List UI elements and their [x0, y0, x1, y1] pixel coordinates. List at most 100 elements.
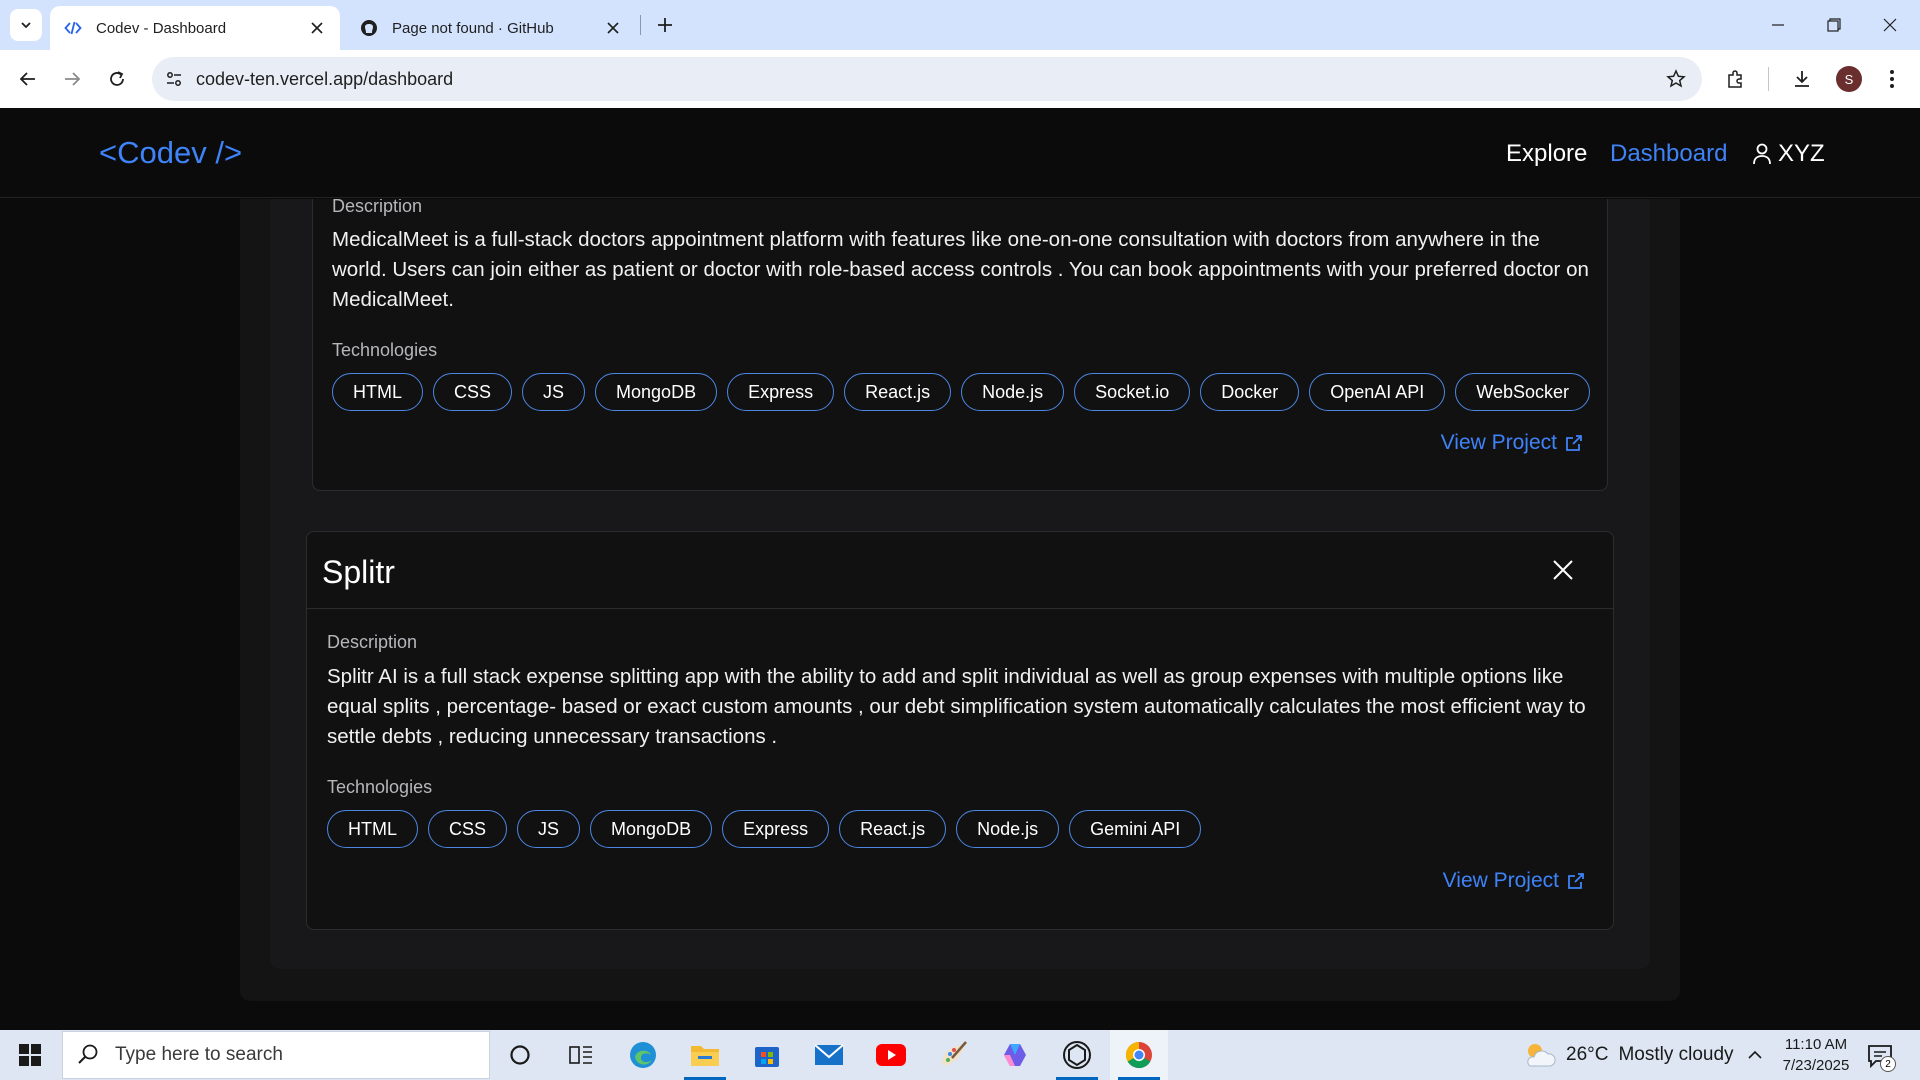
tech-chip: Socket.io — [1074, 373, 1191, 411]
restore-button[interactable] — [1806, 0, 1862, 50]
view-project-link[interactable]: View Project — [1441, 431, 1583, 455]
browser-tabstrip: Codev - Dashboard Page not found · GitHu… — [0, 0, 1920, 50]
extensions-button[interactable] — [1720, 63, 1752, 95]
codev-logo[interactable]: <Codev /> — [99, 135, 242, 171]
tech-chip: HTML — [332, 373, 423, 411]
close-icon — [1883, 18, 1897, 32]
project-card-splitr: Splitr Description Splitr AI is a full s… — [306, 531, 1614, 930]
description-label: Description — [332, 199, 423, 216]
tech-chip: React.js — [839, 810, 947, 848]
download-icon — [1795, 71, 1809, 87]
address-bar[interactable]: codev-ten.vercel.app/dashboard — [152, 57, 1702, 101]
dashboard-main: Description MedicalMeet is a full-stack … — [0, 199, 1920, 1029]
mail-app[interactable] — [800, 1030, 858, 1080]
youtube-app[interactable] — [862, 1030, 920, 1080]
tech-chip: Node.js — [956, 810, 1060, 848]
project-description: Splitr AI is a full stack expense splitt… — [327, 665, 1586, 748]
clock-time: 11:10 AM — [1784, 1036, 1848, 1053]
nav-dashboard-link[interactable]: Dashboard — [1610, 140, 1727, 168]
forward-button[interactable] — [56, 63, 88, 95]
browser-menu-button[interactable] — [1876, 63, 1908, 95]
view-project-link[interactable]: View Project — [1443, 869, 1585, 893]
tab-separator — [640, 15, 641, 35]
back-button[interactable] — [12, 63, 44, 95]
tech-chip: CSS — [433, 373, 513, 411]
project-card-header: Splitr — [307, 532, 1613, 609]
tech-chip: Docker — [1200, 373, 1300, 411]
app-header: <Codev /> Explore Dashboard XYZ — [0, 108, 1920, 198]
taskbar-search-input[interactable]: Type here to search — [62, 1031, 490, 1079]
edge-icon — [630, 1042, 656, 1068]
close-icon[interactable] — [604, 19, 622, 37]
external-link-icon — [1566, 435, 1582, 451]
cortana-button[interactable] — [491, 1030, 549, 1080]
toolbar-separator — [1768, 67, 1769, 91]
view-project-label: View Project — [1440, 431, 1557, 454]
reload-icon — [110, 71, 124, 86]
tech-chip: Express — [722, 810, 830, 848]
store-icon — [755, 1047, 779, 1067]
cloudy-weather-icon — [1527, 1044, 1556, 1067]
project-title: Splitr — [322, 554, 395, 590]
more-vertical-icon — [1890, 70, 1894, 88]
tech-chip: HTML — [327, 810, 418, 848]
arrow-left-icon — [19, 72, 35, 86]
site-info-icon[interactable] — [162, 67, 186, 91]
chevron-up-icon — [1748, 1050, 1762, 1059]
view-project-label: View Project — [1442, 869, 1559, 892]
tab-search-button[interactable] — [10, 9, 42, 41]
weather-widget[interactable]: 26°C Mostly cloudy — [1522, 1030, 1734, 1080]
copilot-app[interactable] — [986, 1030, 1044, 1080]
description-label: Description — [327, 632, 418, 652]
start-button[interactable] — [0, 1030, 60, 1080]
show-hidden-icons-button[interactable] — [1742, 1042, 1768, 1068]
nav-explore-link[interactable]: Explore — [1506, 140, 1587, 168]
technologies-label: Technologies — [332, 340, 438, 360]
minimize-button[interactable] — [1750, 0, 1806, 50]
tech-chip: JS — [522, 373, 586, 411]
url-text: codev-ten.vercel.app/dashboard — [196, 69, 454, 89]
folder-icon — [691, 1046, 719, 1066]
code-icon — [64, 19, 82, 37]
task-view-button[interactable] — [552, 1030, 610, 1080]
tech-chip: MongoDB — [595, 373, 718, 411]
chrome-app[interactable] — [1110, 1030, 1168, 1080]
chatgpt-icon — [1063, 1041, 1091, 1069]
youtube-icon — [876, 1044, 906, 1066]
new-tab-button[interactable] — [650, 10, 680, 40]
reload-button[interactable] — [101, 63, 133, 95]
tab-codev-dashboard[interactable]: Codev - Dashboard — [50, 6, 340, 50]
profile-avatar[interactable]: S — [1836, 66, 1862, 92]
chevron-down-icon — [21, 22, 31, 29]
close-project-button[interactable] — [1549, 556, 1577, 584]
windows-taskbar: Type here to search 26°C Mostly cloudy 1… — [0, 1030, 1920, 1080]
nav-user-menu[interactable]: XYZ — [1752, 140, 1825, 168]
tab-github[interactable]: Page not found · GitHub — [346, 6, 636, 50]
tech-chip: OpenAI API — [1309, 373, 1446, 411]
tech-chip: JS — [517, 810, 581, 848]
notification-center-button[interactable]: 2 — [1864, 1040, 1896, 1072]
clock-date: 7/23/2025 — [1782, 1057, 1850, 1074]
bookmark-star-icon[interactable] — [1664, 67, 1688, 91]
paint-icon — [942, 1041, 967, 1066]
search-icon — [77, 1043, 101, 1067]
paint-app[interactable] — [924, 1030, 982, 1080]
technology-chips: HTML CSS JS MongoDB Express React.js Nod… — [332, 373, 1591, 411]
file-explorer-app[interactable] — [676, 1030, 734, 1080]
chrome-icon — [1125, 1041, 1152, 1069]
close-icon[interactable] — [308, 19, 326, 37]
task-view-icon — [569, 1046, 592, 1064]
chatgpt-app[interactable] — [1048, 1030, 1106, 1080]
weather-condition: Mostly cloudy — [1618, 1044, 1734, 1065]
downloads-button[interactable] — [1786, 63, 1818, 95]
tech-chip: Express — [727, 373, 835, 411]
close-window-button[interactable] — [1862, 0, 1918, 50]
browser-toolbar: codev-ten.vercel.app/dashboard — [0, 50, 1920, 108]
weather-temp: 26°C — [1566, 1044, 1609, 1065]
search-placeholder: Type here to search — [115, 1044, 283, 1065]
store-app[interactable] — [738, 1030, 796, 1080]
cortana-icon — [510, 1045, 530, 1065]
plus-icon — [658, 18, 672, 32]
edge-app[interactable] — [614, 1030, 672, 1080]
taskbar-clock[interactable]: 11:10 AM 7/23/2025 — [1776, 1034, 1856, 1076]
